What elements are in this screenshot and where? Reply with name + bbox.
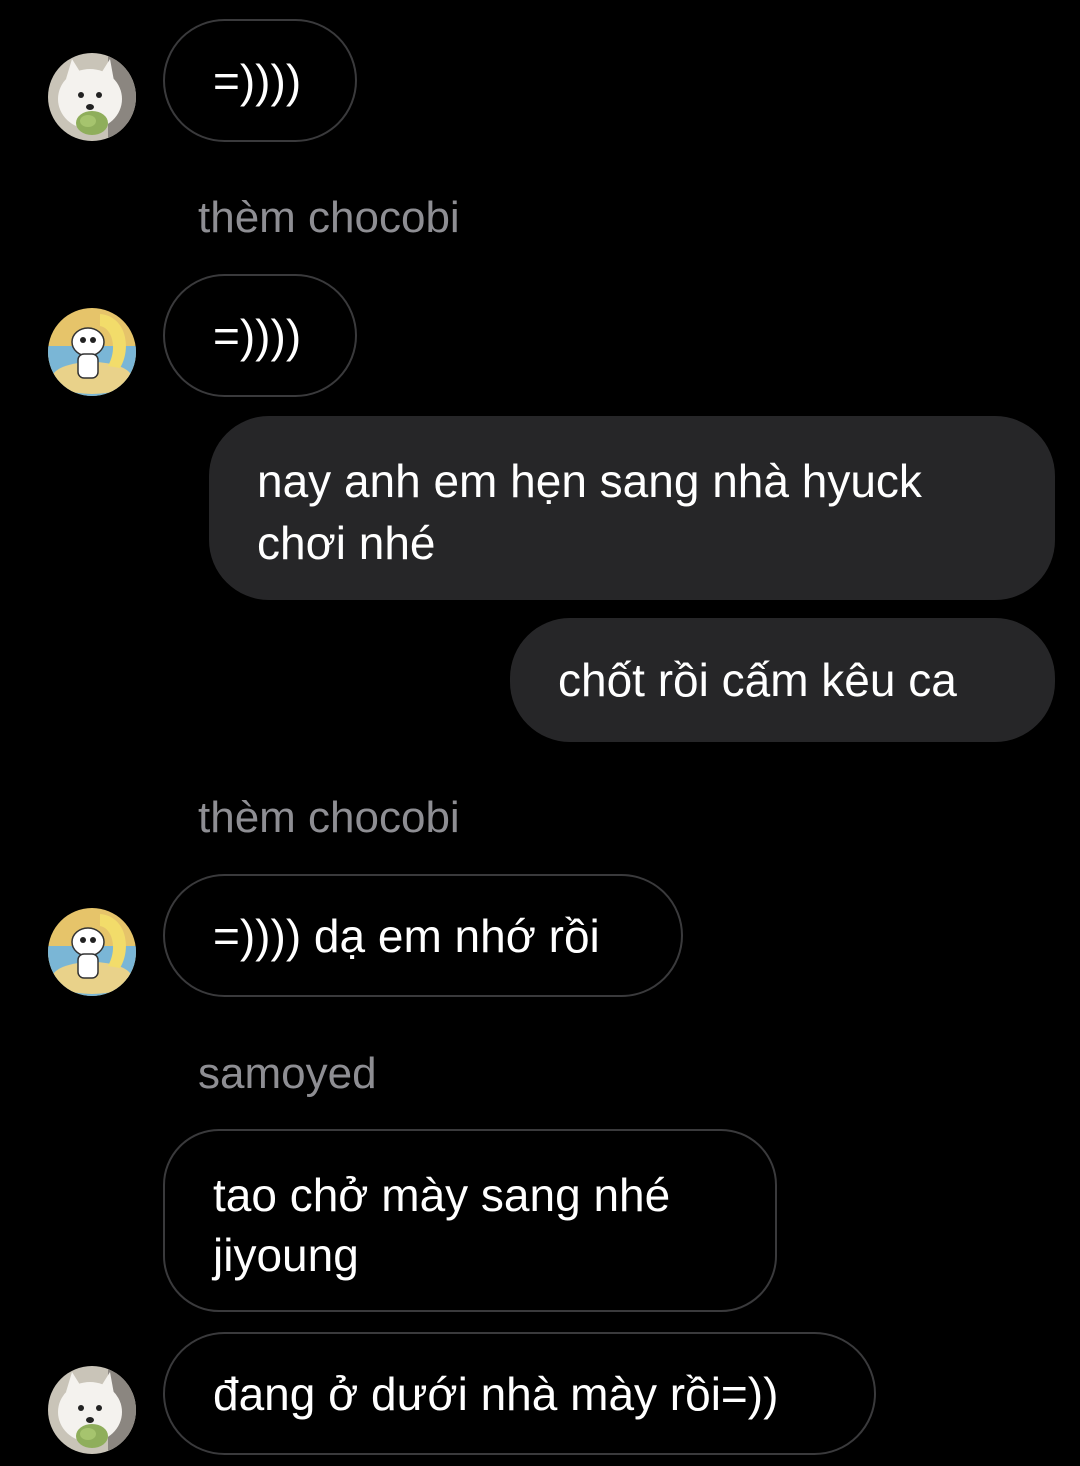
samoyed-avatar-image	[48, 53, 136, 141]
message-bubble-incoming[interactable]: đang ở dưới nhà mày rồi=))	[163, 1332, 876, 1455]
cartoon-avatar[interactable]	[48, 908, 136, 996]
cartoon-avatar-image	[48, 308, 136, 396]
samoyed-avatar-image	[48, 1366, 136, 1454]
sender-name-label: thèm chocobi	[198, 193, 460, 242]
message-text: =))))	[213, 309, 302, 362]
sender-name-label: samoyed	[198, 1049, 377, 1098]
message-bubble-incoming[interactable]: =)))) dạ em nhớ rồi	[163, 874, 683, 997]
message-bubble-incoming[interactable]: =))))	[163, 19, 357, 142]
cartoon-avatar[interactable]	[48, 308, 136, 396]
cartoon-avatar-image	[48, 908, 136, 996]
message-bubble-outgoing[interactable]: chốt rồi cấm kêu ca	[510, 618, 1055, 742]
sender-name-label: thèm chocobi	[198, 793, 460, 842]
message-text: tao chở mày sang nhé jiyoung	[213, 1169, 671, 1281]
message-text: đang ở dưới nhà mày rồi=))	[213, 1367, 779, 1420]
message-text: =))))	[213, 54, 302, 107]
message-bubble-incoming[interactable]: =))))	[163, 274, 357, 397]
message-bubble-outgoing[interactable]: nay anh em hẹn sang nhà hyuck chơi nhé	[209, 416, 1055, 600]
message-text: nay anh em hẹn sang nhà hyuck chơi nhé	[257, 455, 922, 569]
samoyed-avatar[interactable]	[48, 1366, 136, 1454]
message-text: =)))) dạ em nhớ rồi	[213, 909, 600, 962]
message-text: chốt rồi cấm kêu ca	[558, 654, 957, 706]
samoyed-avatar[interactable]	[48, 53, 136, 141]
message-bubble-incoming[interactable]: tao chở mày sang nhé jiyoung	[163, 1129, 777, 1312]
